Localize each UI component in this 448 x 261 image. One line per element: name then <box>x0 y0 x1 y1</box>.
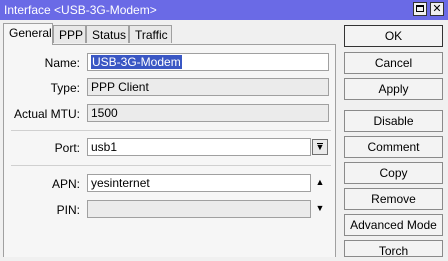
apply-button[interactable]: Apply <box>344 78 443 100</box>
type-field: PPP Client <box>87 78 329 96</box>
pin-field[interactable] <box>87 200 311 218</box>
port-label: Port: <box>54 141 80 155</box>
tab-status[interactable]: Status <box>86 25 129 43</box>
window-title: Interface <USB-3G-Modem> <box>4 3 157 17</box>
apn-field[interactable]: yesinternet <box>87 174 311 192</box>
ok-button[interactable]: OK <box>344 25 443 47</box>
name-field[interactable]: USB-3G-Modem <box>87 53 329 71</box>
copy-button[interactable]: Copy <box>344 162 443 184</box>
close-icon[interactable]: ✕ <box>430 2 444 16</box>
mtu-field: 1500 <box>87 104 329 122</box>
port-select[interactable]: usb1 <box>87 138 311 156</box>
disable-button[interactable]: Disable <box>344 110 443 132</box>
mtu-label: Actual MTU: <box>13 107 80 121</box>
type-label: Type: <box>50 81 80 95</box>
separator <box>11 165 331 166</box>
tab-traffic[interactable]: Traffic <box>129 25 172 43</box>
port-dropdown-icon[interactable]: ▼ <box>312 139 328 155</box>
dropdown-bar <box>317 143 323 144</box>
general-panel: Name: USB-3G-Modem Type: PPP Client Actu… <box>3 44 336 257</box>
torch-button[interactable]: Torch <box>344 240 443 258</box>
cancel-button[interactable]: Cancel <box>344 52 443 74</box>
name-value: USB-3G-Modem <box>91 55 182 69</box>
name-label: Name: <box>44 56 80 70</box>
apn-label: APN: <box>51 177 80 191</box>
pin-label: PIN: <box>56 203 80 217</box>
maximize-icon[interactable] <box>413 2 427 16</box>
separator <box>11 130 331 131</box>
remove-button[interactable]: Remove <box>344 188 443 210</box>
comment-button[interactable]: Comment <box>344 136 443 158</box>
advanced-mode-button[interactable]: Advanced Mode <box>344 214 443 236</box>
tab-general[interactable]: General <box>3 23 53 45</box>
tab-ppp[interactable]: PPP <box>53 25 86 43</box>
expand-down-icon[interactable]: ▼ <box>312 201 328 217</box>
title-bar[interactable]: Interface <USB-3G-Modem> ✕ <box>0 0 448 20</box>
collapse-up-icon[interactable]: ▲ <box>312 175 328 191</box>
